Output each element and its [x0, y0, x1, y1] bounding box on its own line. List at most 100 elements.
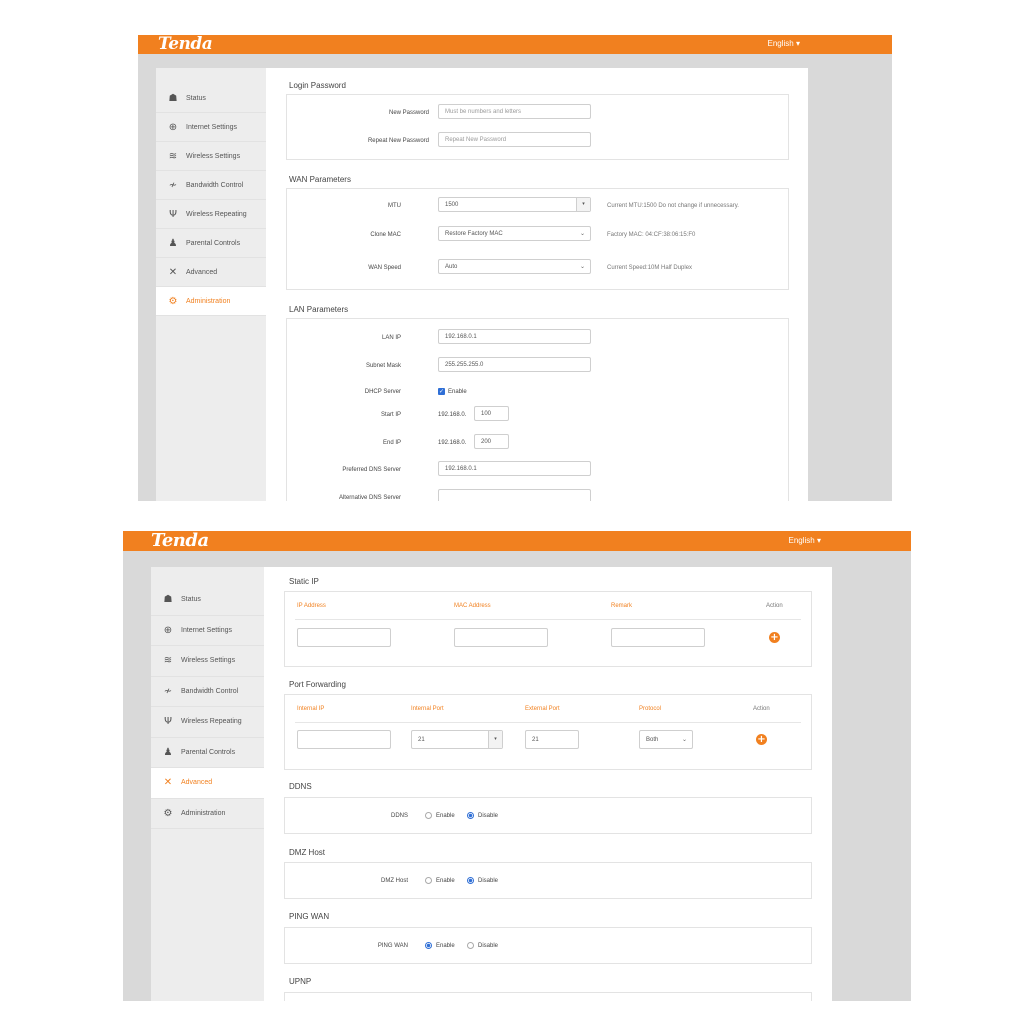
- clone-mac-select[interactable]: Restore Factory MAC ⌄: [438, 226, 591, 241]
- antenna-icon: Ψ: [169, 208, 177, 220]
- start-ip-prefix: 192.168.0.: [438, 412, 467, 418]
- gears-icon: ⚙: [168, 295, 178, 307]
- clone-mac-label: Clone MAC: [370, 232, 401, 238]
- wifi-icon: ≋: [168, 150, 178, 162]
- repeat-password-label: Repeat New Password: [367, 138, 429, 144]
- sidebar-item-administration[interactable]: ⚙ Administration: [151, 799, 264, 829]
- header-divider: [295, 722, 801, 723]
- column-header: Internal Port: [411, 706, 444, 712]
- sidebar-item-label: Bandwidth Control: [181, 687, 239, 695]
- sidebar-item-wireless-settings[interactable]: ≋ Wireless Settings: [156, 142, 266, 171]
- antenna-icon: Ψ: [164, 716, 172, 728]
- wan-speed-value: Auto: [445, 264, 458, 270]
- sidebar-item-label: Wireless Settings: [181, 657, 236, 665]
- sidebar-item-internet-settings[interactable]: ⊕ Internet Settings: [151, 616, 264, 646]
- wifi-icon: ≋: [163, 655, 173, 667]
- port-forwarding-card: Internal IP Internal Port External Port …: [284, 694, 812, 770]
- mtu-input[interactable]: 1500 ▾: [438, 197, 591, 212]
- dmz-enable-label: Enable: [436, 878, 455, 884]
- column-header: Action: [753, 706, 770, 712]
- ip-address-input[interactable]: [297, 628, 391, 647]
- mtu-dropdown-icon[interactable]: ▾: [576, 198, 590, 211]
- globe-icon: ⊕: [168, 121, 178, 133]
- current-speed-note: Current Speed:10M Half Duplex: [607, 265, 693, 271]
- section-title: WAN Parameters: [289, 175, 351, 184]
- sidebar-item-wireless-repeating[interactable]: Ψ Wireless Repeating: [151, 707, 264, 738]
- sidebar-item-advanced[interactable]: ✕ Advanced: [156, 258, 266, 287]
- dmz-host-label: DMZ Host: [381, 878, 408, 884]
- sidebar-item-wireless-repeating[interactable]: Ψ Wireless Repeating: [156, 200, 266, 229]
- protocol-value: Both: [646, 737, 659, 743]
- clone-mac-value: Restore Factory MAC: [445, 231, 503, 237]
- language-selector[interactable]: English ▾: [789, 536, 822, 545]
- sidebar-item-wireless-settings[interactable]: ≋ Wireless Settings: [151, 646, 264, 677]
- external-port-input[interactable]: 21: [525, 730, 579, 749]
- end-ip-input[interactable]: 200: [474, 434, 509, 449]
- sidebar: ☗ Status ⊕ Internet Settings ≋ Wireless Set…: [156, 68, 266, 501]
- chevron-down-icon: ⌄: [579, 263, 585, 270]
- header-divider: [295, 619, 801, 620]
- language-selector[interactable]: English ▾: [768, 39, 801, 48]
- gears-icon: ⚙: [163, 807, 173, 819]
- sidebar-item-internet-settings[interactable]: ⊕ Internet Settings: [156, 113, 266, 142]
- sidebar-item-status[interactable]: ☗ Status: [151, 585, 264, 616]
- bandwidth-icon: ≁: [163, 685, 173, 697]
- sidebar-item-label: Wireless Repeating: [186, 210, 247, 218]
- router-admin-screenshot: Tenda English ▾ ☗ Status ⊕ Internet Settin…: [138, 35, 892, 501]
- sidebar-item-status[interactable]: ☗ Status: [156, 84, 266, 113]
- sidebar-item-advanced[interactable]: ✕ Advanced: [151, 768, 264, 799]
- remark-input[interactable]: [611, 628, 705, 647]
- ddns-disable-radio[interactable]: [467, 812, 474, 819]
- dmz-enable-radio[interactable]: [425, 877, 432, 884]
- sidebar-item-parental-controls[interactable]: ♟ Parental Controls: [151, 738, 264, 768]
- sidebar-item-bandwidth-control[interactable]: ≁ Bandwidth Control: [156, 171, 266, 200]
- top-bar: Tenda English ▾: [123, 531, 911, 551]
- column-header: IP Address: [297, 603, 326, 609]
- ddns-enable-radio[interactable]: [425, 812, 432, 819]
- top-bar: Tenda English ▾: [138, 35, 892, 54]
- dhcp-enable-checkbox[interactable]: ✓: [438, 388, 445, 395]
- section-title: Login Password: [289, 81, 346, 90]
- status-icon: ☗: [168, 92, 178, 104]
- sidebar-item-label: Parental Controls: [181, 748, 236, 756]
- internal-ip-input[interactable]: [297, 730, 391, 749]
- mtu-value: 1500: [445, 202, 459, 208]
- protocol-select[interactable]: Both ⌄: [639, 730, 693, 749]
- section-title: UPNP: [289, 977, 312, 986]
- lan-ip-input[interactable]: 192.168.0.1: [438, 329, 591, 344]
- wan-speed-select[interactable]: Auto ⌄: [438, 259, 591, 274]
- wan-speed-label: WAN Speed: [368, 265, 401, 271]
- sidebar-item-label: Administration: [181, 809, 226, 817]
- column-header: External Port: [525, 706, 560, 712]
- add-port-forwarding-icon[interactable]: +: [756, 734, 767, 745]
- internal-port-value: 21: [418, 737, 425, 743]
- ddns-card: DDNS Enable Disable: [284, 797, 812, 834]
- column-header: Action: [766, 603, 783, 609]
- start-ip-input[interactable]: 100: [474, 406, 509, 421]
- column-header: Internal IP: [297, 706, 325, 712]
- ping-wan-disable-radio[interactable]: [467, 942, 474, 949]
- mac-address-input[interactable]: [454, 628, 548, 647]
- alternative-dns-input[interactable]: [438, 489, 591, 501]
- repeat-password-input[interactable]: Repeat New Password: [438, 132, 591, 147]
- internal-port-dropdown-icon[interactable]: ▾: [488, 731, 502, 748]
- sidebar-item-label: Advanced: [186, 268, 218, 276]
- ping-wan-enable-label: Enable: [436, 943, 455, 949]
- ping-wan-enable-radio[interactable]: [425, 942, 432, 949]
- tools-icon: ✕: [163, 777, 173, 789]
- sidebar-item-label: Wireless Repeating: [181, 718, 242, 726]
- sidebar-item-parental-controls[interactable]: ♟ Parental Controls: [156, 229, 266, 258]
- new-password-input[interactable]: Must be numbers and letters: [438, 104, 591, 119]
- sidebar-item-bandwidth-control[interactable]: ≁ Bandwidth Control: [151, 677, 264, 707]
- section-title: LAN Parameters: [289, 305, 349, 314]
- ddns-label: DDNS: [390, 813, 408, 819]
- preferred-dns-input[interactable]: 192.168.0.1: [438, 461, 591, 476]
- mtu-label: MTU: [388, 203, 401, 209]
- subnet-mask-label: Subnet Mask: [365, 363, 401, 369]
- internal-port-input[interactable]: 21 ▾: [411, 730, 503, 749]
- add-static-ip-icon[interactable]: +: [769, 632, 780, 643]
- sidebar-item-label: Internet Settings: [181, 626, 232, 634]
- subnet-mask-input[interactable]: 255.255.255.0: [438, 357, 591, 372]
- dmz-disable-radio[interactable]: [467, 877, 474, 884]
- sidebar-item-administration[interactable]: ⚙ Administration: [156, 287, 266, 316]
